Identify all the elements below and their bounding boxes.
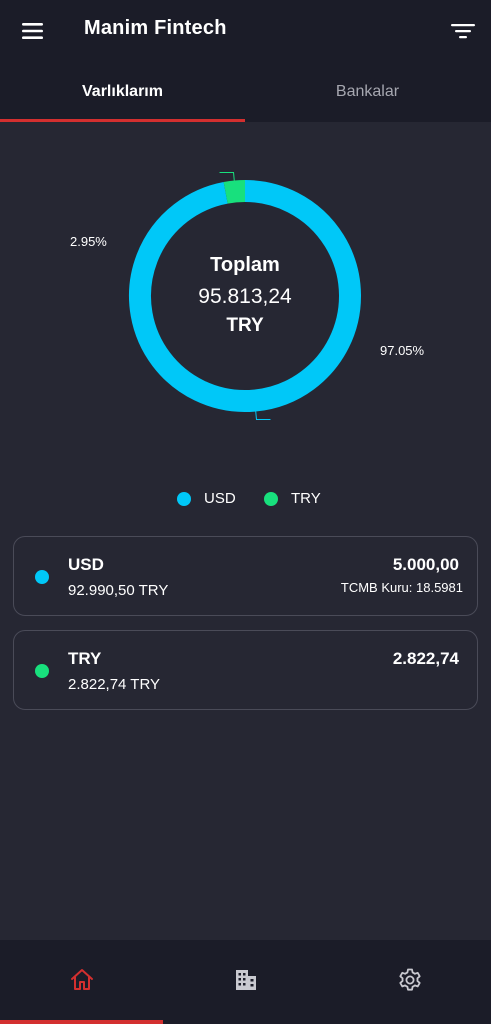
legend-item-try[interactable]: TRY [264,490,321,507]
legend-dot-try [264,491,278,506]
asset-card-try[interactable]: TRY 2.822,74 TRY 2.822,74 [13,630,478,710]
app-root: Manim Fintech Varlıklarım Bankalar Topla… [0,0,491,1024]
tab-bar: Varlıklarım Bankalar [0,62,491,122]
tab-assets[interactable]: Varlıklarım [0,62,245,122]
total-label: Toplam [210,254,280,276]
donut-slice-try[interactable] [223,180,246,204]
tab-banks-label: Bankalar [335,83,400,100]
hamburger-menu-icon[interactable] [18,17,48,45]
legend-dot-usd [177,491,191,506]
tab-banks[interactable]: Bankalar [245,62,490,122]
asset-amount: 5.000,00 [392,555,459,574]
legend-label-try: TRY [291,490,321,507]
filter-lines-icon[interactable] [446,17,480,45]
usd-percentage-label: 97.05% [380,343,425,358]
buildings-icon [233,967,259,998]
asset-try-value: 92.990,50 TRY [68,582,169,599]
active-tab-indicator [0,119,245,122]
gear-icon [397,967,423,998]
app-title: Manim Fintech [84,17,227,39]
active-nav-indicator [0,1020,163,1024]
nav-banks[interactable] [163,940,328,1024]
asset-currency: TRY [68,649,102,668]
asset-try-value: 2.822,74 TRY [68,676,161,693]
asset-currency: USD [68,555,104,574]
tab-assets-label: Varlıklarım [82,83,163,100]
leader-line-usd [255,411,271,420]
asset-dot-try [35,664,49,678]
total-amount: 95.813,24 [198,285,292,308]
bottom-navigation [0,940,491,1024]
total-currency: TRY [226,315,264,336]
chart-legend: USD TRY [0,490,491,512]
leader-line-try [219,172,235,181]
home-icon [69,967,95,998]
nav-settings[interactable] [328,940,491,1024]
legend-label-usd: USD [204,490,236,507]
exchange-rate: TCMB Kuru: 18.5981 [340,580,463,595]
asset-card-usd[interactable]: USD 92.990,50 TRY 5.000,00 TCMB Kuru: 18… [13,536,478,616]
legend-item-usd[interactable]: USD [177,490,236,507]
app-header: Manim Fintech [0,0,491,62]
asset-amount: 2.822,74 [392,649,459,668]
asset-donut-chart: Toplam 95.813,24 TRY 2.95% 97.05% [0,150,491,450]
asset-dot-usd [35,570,49,584]
nav-home[interactable] [0,940,163,1024]
try-percentage-label: 2.95% [70,234,107,249]
